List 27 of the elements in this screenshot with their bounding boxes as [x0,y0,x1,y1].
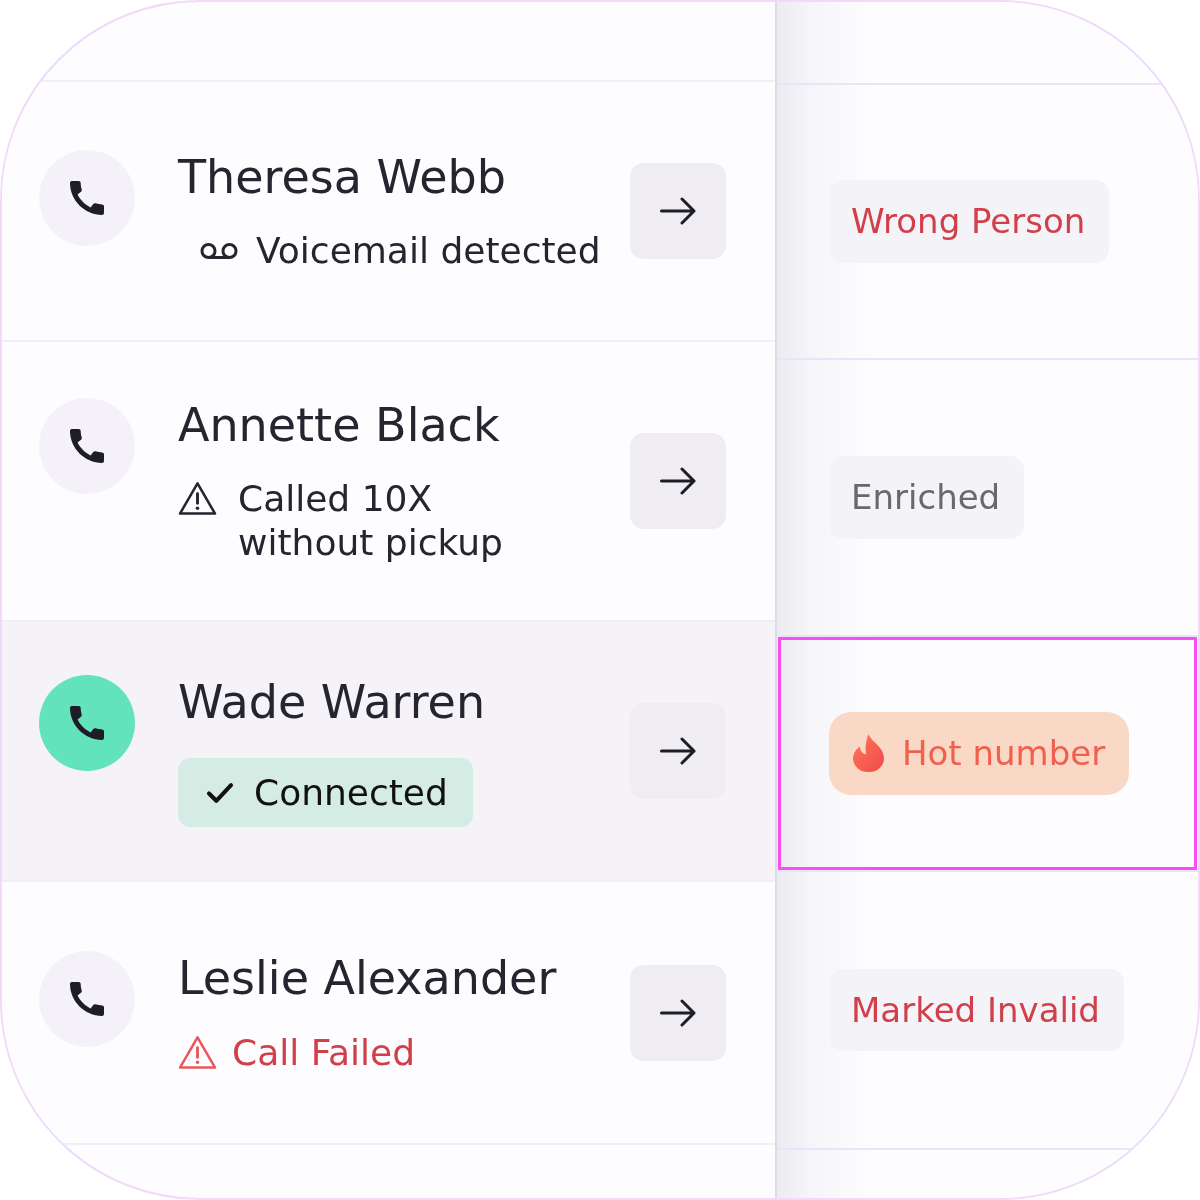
arrow-right-icon [660,737,696,765]
flame-icon [853,734,884,773]
tag-text: Marked Invalid [851,989,1100,1031]
arrow-right-icon [660,998,696,1027]
contact-name: Wade Warren [178,674,486,730]
tag-text: Enriched [851,477,1001,518]
contact-name: Annette Black [178,398,500,454]
status-text: Called 10X without pickup [238,477,504,564]
status-text: Call Failed [232,1030,416,1074]
next-button[interactable] [630,433,726,529]
call-row[interactable]: Theresa Webb Voicemail detected [2,82,775,342]
status-text: Voicemail detected [256,229,601,273]
status-text: Connected [254,771,448,815]
voicemail-icon [200,242,238,260]
tag-text: Hot number [902,733,1106,774]
contact-name: Leslie Alexander [178,951,557,1007]
warning-icon [178,1034,217,1070]
next-button[interactable] [630,964,726,1061]
warning-icon [178,481,217,517]
arrow-right-icon [660,197,696,225]
arrow-right-icon [660,467,696,495]
call-row[interactable]: Wade Warren Connected [2,622,775,882]
next-button[interactable] [630,163,726,259]
check-icon [206,781,234,804]
contact-name: Theresa Webb [178,149,507,205]
tag-text: Wrong Person [851,201,1086,242]
next-button[interactable] [630,703,726,799]
